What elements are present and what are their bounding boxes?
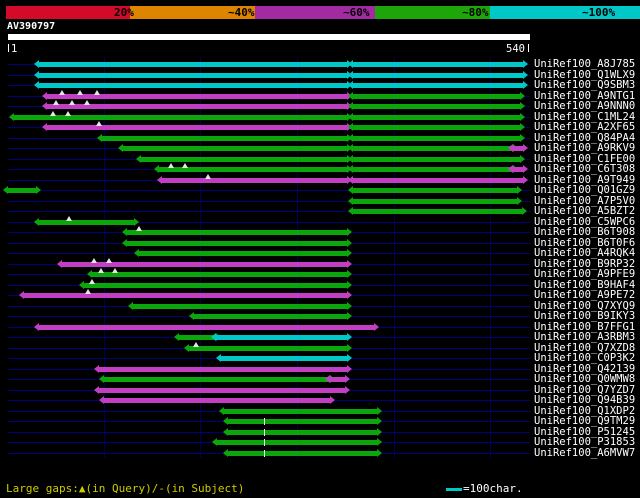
alignment-segment[interactable] [33,70,353,79]
query-gap-marker [53,100,60,105]
alignment-segment[interactable] [33,60,353,68]
alignment-segment[interactable] [223,448,383,457]
alignment-segment[interactable] [117,144,353,152]
alignment-segment[interactable] [507,144,528,152]
subject-gap-marker [264,439,266,446]
alignment-segment[interactable] [188,312,352,320]
query-gap-marker [89,278,96,284]
query-gap-marker [64,110,71,116]
alignment-segment[interactable] [3,186,41,194]
alignment-segment[interactable] [348,123,526,131]
alignment-segment[interactable] [348,207,528,215]
query-gap-marker [59,89,66,95]
subject-gap-marker [264,428,266,436]
query-gap-marker [50,110,57,116]
query-gap-marker [181,163,188,168]
query-gap-marker [97,268,104,273]
query-gap-marker [91,257,97,263]
alignment-segment[interactable] [507,165,528,173]
query-gap-marker [135,226,142,231]
query-gap-marker [65,215,72,221]
alignment-segment[interactable] [223,427,383,436]
alignment-segment[interactable] [218,406,382,415]
alignment-segment[interactable] [33,81,353,89]
alignment-segment[interactable] [348,70,529,79]
alignment-segment[interactable] [348,175,529,184]
alignment-segment[interactable] [136,154,353,163]
alignment-segment[interactable] [348,196,523,205]
alignment-segment[interactable] [33,322,380,331]
query-gap-marker [68,100,75,105]
alignment-row: UniRef100_A6MVW7 [0,447,640,459]
alignment-segment[interactable] [348,112,526,121]
alignment-segment[interactable] [33,217,139,226]
alignment-segment[interactable] [41,123,352,131]
alignment-segment[interactable] [210,333,352,341]
query-gap-marker [168,163,175,168]
alignment-segment[interactable] [183,343,352,352]
alignment-segment[interactable] [348,144,518,152]
alignment-segment[interactable] [87,270,353,278]
subject-id-label[interactable]: UniRef100_A6MVW7 [534,447,635,459]
alignment-segment[interactable] [133,249,353,257]
alignment-segment[interactable] [215,354,352,362]
alignment-segment[interactable] [93,385,350,394]
alignment-segment[interactable] [348,186,523,194]
alignment-coverage-viewer: 20% ~40% ~60% ~80% ~100% AV390797 1 540 UniR… [0,0,640,498]
subject-gap-marker [264,449,266,457]
query-gap-marker [112,268,119,273]
query-gap-marker [93,89,100,95]
alignment-segment[interactable] [325,375,350,383]
alignment-segment[interactable] [96,133,352,142]
alignment-segment[interactable] [127,301,352,310]
alignment-segment[interactable] [41,102,352,110]
query-gap-marker [192,341,199,347]
alignment-rows: UniRef100_A8J785 UniRef100_Q1WLX9 UniRef10… [0,0,640,498]
alignment-segment[interactable] [348,165,518,173]
alignment-segment[interactable] [121,238,353,247]
query-gap-marker [105,257,112,263]
alignment-segment[interactable] [121,228,353,236]
query-gap-marker [95,121,102,126]
alignment-segment[interactable] [93,364,353,373]
alignment-segment[interactable] [348,60,529,68]
query-gap-marker [84,100,91,105]
alignment-segment[interactable] [348,133,526,142]
alignment-segment[interactable] [156,175,352,184]
query-gap-marker [76,89,83,95]
alignment-segment[interactable] [98,396,336,404]
alignment-segment[interactable] [223,417,383,425]
alignment-segment[interactable] [348,154,526,163]
alignment-segment[interactable] [98,375,336,383]
alignment-segment[interactable] [8,112,352,121]
alignment-segment[interactable] [19,291,353,299]
query-gap-marker [85,289,92,294]
alignment-segment[interactable] [41,91,352,100]
alignment-segment[interactable] [348,102,526,110]
alignment-segment[interactable] [79,280,353,289]
alignment-segment[interactable] [348,81,529,89]
alignment-segment[interactable] [348,91,526,100]
query-gap-marker [205,173,212,179]
subject-gap-marker [264,418,266,425]
alignment-segment[interactable] [211,438,382,446]
